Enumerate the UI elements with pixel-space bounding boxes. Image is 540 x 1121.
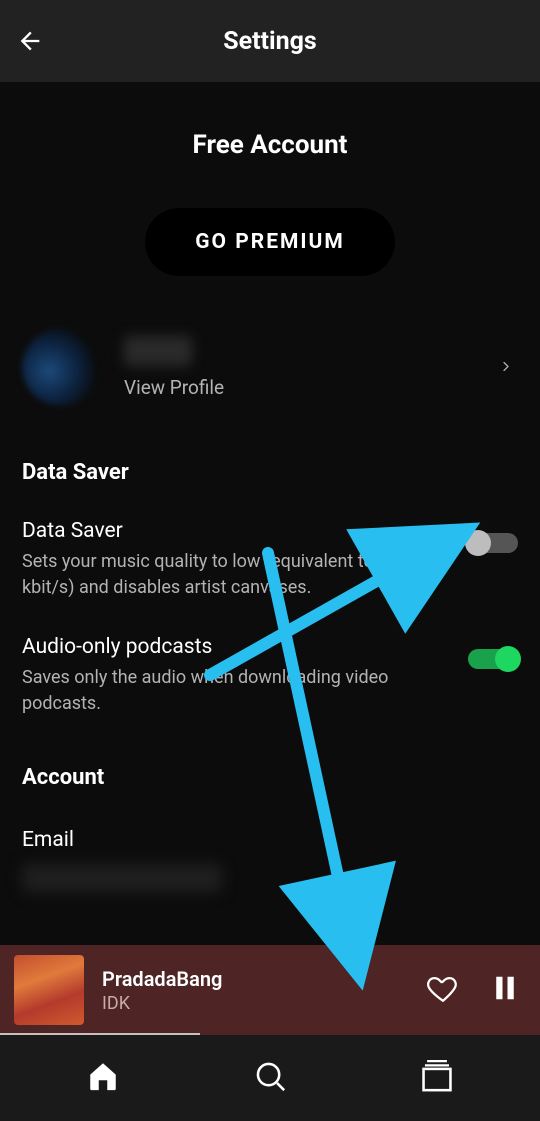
data-saver-desc: Sets your music quality to low (equivale…: [22, 549, 444, 601]
heart-icon: [426, 971, 460, 1005]
go-premium-button[interactable]: GO PREMIUM: [145, 208, 395, 276]
section-title-data-saver: Data Saver: [0, 460, 540, 485]
account-type-label: Free Account: [0, 130, 540, 160]
track-info: PradadaBang IDK: [102, 967, 426, 1014]
nav-search[interactable]: [253, 1059, 287, 1097]
view-profile-label: View Profile: [124, 376, 224, 399]
settings-content: Free Account GO PREMIUM View Profile Dat…: [0, 82, 540, 945]
setting-audio-only-podcasts: Audio-only podcasts Saves only the audio…: [0, 635, 540, 717]
email-label: Email: [0, 828, 540, 852]
bottom-nav: [0, 1035, 540, 1121]
album-art: [14, 955, 84, 1025]
like-button[interactable]: [426, 971, 460, 1009]
email-value-redacted: [22, 864, 222, 892]
pause-button[interactable]: [490, 973, 520, 1007]
track-title: PradadaBang: [102, 967, 426, 991]
audio-only-title: Audio-only podcasts: [22, 635, 444, 659]
track-artist: IDK: [102, 993, 426, 1014]
nav-home[interactable]: [86, 1059, 120, 1097]
back-button[interactable]: [14, 25, 46, 57]
pause-icon: [490, 973, 520, 1003]
now-playing-bar[interactable]: PradadaBang IDK: [0, 945, 540, 1035]
arrow-left-icon: [16, 27, 44, 55]
audio-only-toggle[interactable]: [468, 649, 518, 669]
data-saver-toggle[interactable]: [468, 533, 518, 553]
data-saver-title: Data Saver: [22, 519, 444, 543]
profile-name-redacted: [124, 336, 192, 366]
page-title: Settings: [223, 27, 317, 56]
library-icon: [420, 1059, 454, 1093]
profile-text: View Profile: [124, 336, 224, 399]
chevron-right-icon: [500, 358, 512, 377]
search-icon: [253, 1059, 287, 1093]
audio-only-desc: Saves only the audio when downloading vi…: [22, 665, 444, 717]
nav-library[interactable]: [420, 1059, 454, 1097]
setting-data-saver: Data Saver Sets your music quality to lo…: [0, 519, 540, 601]
avatar: [22, 328, 100, 406]
account-block: Free Account GO PREMIUM: [0, 82, 540, 276]
settings-header: Settings: [0, 0, 540, 82]
profile-row[interactable]: View Profile: [0, 322, 540, 412]
home-icon: [86, 1059, 120, 1093]
section-title-account: Account: [0, 765, 540, 790]
